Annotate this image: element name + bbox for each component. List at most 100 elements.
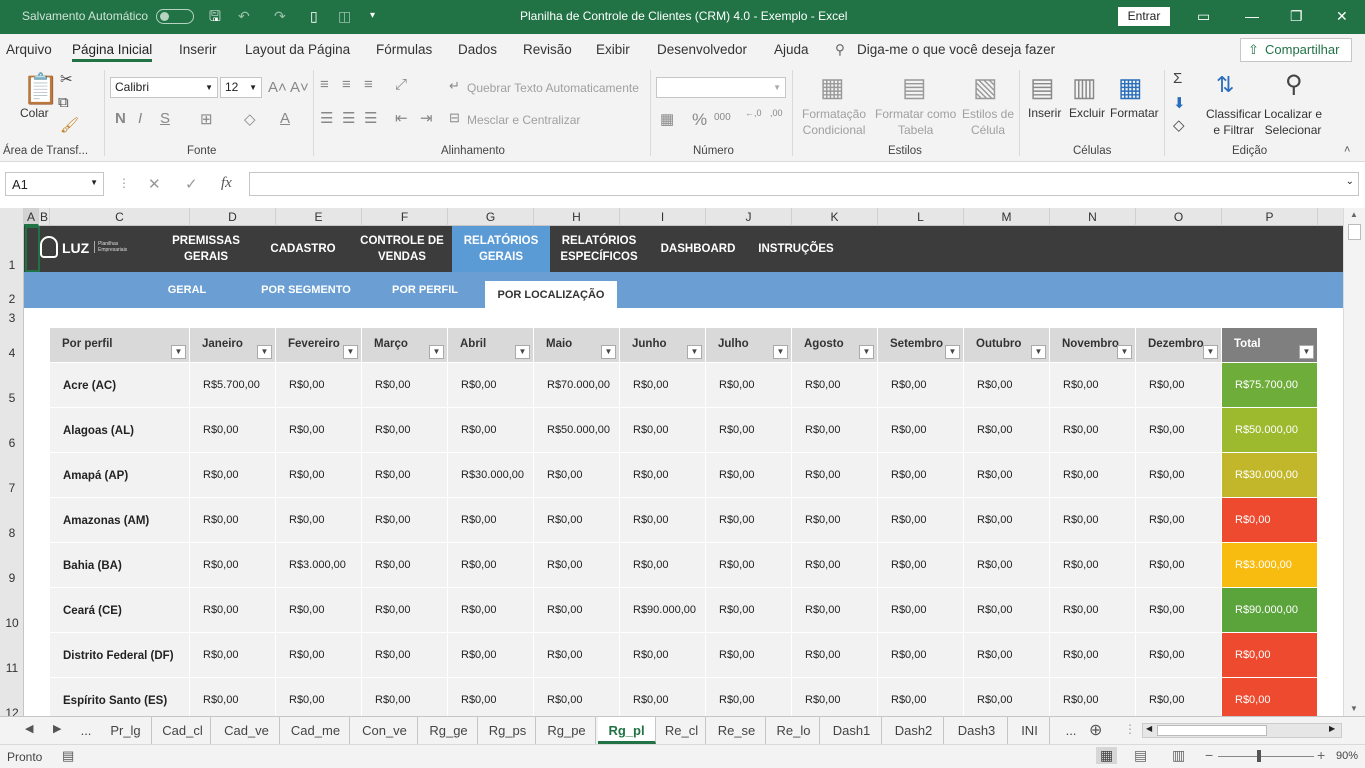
table-cell[interactable]: R$0,00 bbox=[1136, 543, 1222, 588]
table-cell[interactable]: R$0,00 bbox=[792, 678, 878, 716]
column-header[interactable]: N bbox=[1050, 208, 1136, 226]
filter-dropdown-icon[interactable]: ▼ bbox=[687, 345, 702, 359]
sheet-tab[interactable]: Dash3 bbox=[946, 717, 1008, 744]
column-header[interactable]: G bbox=[448, 208, 534, 226]
table-cell[interactable]: R$0,00 bbox=[190, 633, 276, 678]
table-cell[interactable]: R$0,00 bbox=[1050, 363, 1136, 408]
table-cell[interactable]: R$0,00 bbox=[276, 498, 362, 543]
collapse-ribbon-icon[interactable]: ˄ bbox=[1344, 144, 1350, 156]
table-cell[interactable]: R$0,00 bbox=[534, 678, 620, 716]
conditional-format-icon[interactable]: ▦ bbox=[820, 72, 845, 103]
zoom-in-icon[interactable]: + bbox=[1317, 747, 1325, 763]
normal-view-icon[interactable]: ▦ bbox=[1096, 747, 1118, 764]
table-cell[interactable]: R$0,00 bbox=[534, 633, 620, 678]
zoom-out-icon[interactable]: − bbox=[1205, 747, 1213, 763]
table-cell[interactable]: R$0,00 bbox=[448, 588, 534, 633]
table-cell[interactable]: R$0,00 bbox=[878, 453, 964, 498]
column-header[interactable]: E bbox=[276, 208, 362, 226]
cut-icon[interactable]: ✂ bbox=[60, 70, 73, 88]
increase-font-icon[interactable]: A˄ bbox=[268, 79, 287, 96]
table-cell[interactable]: R$0,00 bbox=[534, 543, 620, 588]
tab-arquivo[interactable]: Arquivo bbox=[6, 42, 52, 57]
table-cell[interactable]: R$0,00 bbox=[362, 498, 448, 543]
format-painter-icon[interactable]: 🖌 bbox=[60, 116, 79, 134]
table-cell[interactable]: R$0,00 bbox=[1136, 588, 1222, 633]
filter-dropdown-icon[interactable]: ▼ bbox=[1203, 345, 1218, 359]
find-select-button[interactable]: Localizar e Selecionar bbox=[1264, 106, 1322, 138]
nav-cadastro[interactable]: CADASTRO bbox=[260, 226, 346, 272]
table-cell[interactable]: R$90.000,00 bbox=[620, 588, 706, 633]
table-cell[interactable]: R$0,00 bbox=[878, 408, 964, 453]
table-cell[interactable]: R$0,00 bbox=[964, 678, 1050, 716]
sheet-tab[interactable]: Re_lo bbox=[768, 717, 820, 744]
nav-dashboard[interactable]: DASHBOARD bbox=[654, 226, 742, 272]
table-cell[interactable]: R$0,00 bbox=[620, 543, 706, 588]
format-table-icon[interactable]: ▤ bbox=[902, 72, 927, 103]
customize-toolbar-icon[interactable]: ▾ bbox=[370, 8, 375, 24]
table-cell[interactable]: R$0,00 bbox=[620, 363, 706, 408]
borders-icon[interactable]: ⊞ bbox=[200, 110, 213, 128]
table-cell[interactable]: R$0,00 bbox=[964, 498, 1050, 543]
table-cell[interactable]: R$0,00 bbox=[792, 588, 878, 633]
align-middle-icon[interactable]: ≡ bbox=[342, 76, 351, 93]
bold-icon[interactable]: N bbox=[115, 110, 126, 127]
format-table-button[interactable]: Formatar como Tabela bbox=[875, 106, 956, 138]
table-cell[interactable]: R$0,00 bbox=[964, 633, 1050, 678]
tab-layout[interactable]: Layout da Página bbox=[245, 42, 350, 57]
filter-dropdown-icon[interactable]: ▼ bbox=[773, 345, 788, 359]
row-header[interactable]: 6 bbox=[0, 436, 24, 450]
sheet-tab[interactable]: INI bbox=[1010, 717, 1050, 744]
scroll-right-icon[interactable]: ▶ bbox=[1329, 724, 1335, 733]
subnav-por-perfil[interactable]: POR PERFIL bbox=[384, 272, 466, 308]
table-cell[interactable]: R$0,00 bbox=[620, 678, 706, 716]
sheet-tab[interactable]: Rg_pl bbox=[598, 717, 656, 744]
total-cell[interactable]: R$50.000,00 bbox=[1222, 408, 1318, 453]
new-file-icon[interactable]: ▯ bbox=[310, 8, 318, 24]
table-cell[interactable]: R$0,00 bbox=[448, 543, 534, 588]
sheet-tab[interactable]: Cad_cl bbox=[155, 717, 211, 744]
subnav-geral[interactable]: GERAL bbox=[154, 272, 220, 308]
table-cell[interactable]: R$0,00 bbox=[362, 633, 448, 678]
row-label[interactable]: Espírito Santo (ES) bbox=[50, 678, 190, 716]
filter-dropdown-icon[interactable]: ▼ bbox=[1117, 345, 1132, 359]
table-cell[interactable]: R$0,00 bbox=[878, 678, 964, 716]
table-cell[interactable]: R$0,00 bbox=[878, 363, 964, 408]
table-cell[interactable]: R$0,00 bbox=[1050, 453, 1136, 498]
number-format-select[interactable]: ▼ bbox=[656, 77, 786, 98]
align-center-icon[interactable]: ☰ bbox=[342, 109, 355, 127]
font-name-select[interactable]: Calibri ▼ bbox=[110, 77, 218, 98]
total-cell[interactable]: R$0,00 bbox=[1222, 633, 1318, 678]
table-cell[interactable]: R$0,00 bbox=[362, 453, 448, 498]
ribbon-display-icon[interactable]: ▭ bbox=[1197, 8, 1210, 24]
decrease-indent-icon[interactable]: ⇤ bbox=[395, 109, 408, 127]
decrease-decimal-icon[interactable]: ,00 bbox=[770, 108, 783, 118]
table-cell[interactable]: R$0,00 bbox=[190, 678, 276, 716]
tab-formulas[interactable]: Fórmulas bbox=[376, 42, 432, 57]
table-cell[interactable]: R$0,00 bbox=[276, 633, 362, 678]
table-cell[interactable]: R$0,00 bbox=[706, 363, 792, 408]
table-cell[interactable]: R$0,00 bbox=[362, 543, 448, 588]
row-header[interactable]: 3 bbox=[0, 311, 24, 325]
conditional-format-button[interactable]: Formatação Condicional bbox=[802, 106, 866, 138]
table-cell[interactable]: R$0,00 bbox=[706, 588, 792, 633]
selected-cell-a1[interactable] bbox=[25, 226, 40, 272]
row-label[interactable]: Distrito Federal (DF) bbox=[50, 633, 190, 678]
tab-pagina-inicial[interactable]: Página Inicial bbox=[72, 42, 153, 62]
enter-icon[interactable]: ✓ bbox=[185, 175, 198, 193]
table-cell[interactable]: R$0,00 bbox=[448, 498, 534, 543]
table-cell[interactable]: R$0,00 bbox=[276, 588, 362, 633]
column-header[interactable]: A bbox=[24, 208, 39, 226]
row-header[interactable]: 10 bbox=[0, 616, 24, 630]
vertical-scrollbar[interactable]: ▲ ▼ bbox=[1343, 208, 1365, 716]
table-cell[interactable]: R$0,00 bbox=[362, 408, 448, 453]
save-icon[interactable]: 🖫 bbox=[209, 8, 221, 24]
insert-cells-button[interactable]: Inserir bbox=[1028, 106, 1061, 120]
table-cell[interactable]: R$0,00 bbox=[706, 498, 792, 543]
table-cell[interactable]: R$0,00 bbox=[190, 588, 276, 633]
column-header[interactable]: P bbox=[1222, 208, 1318, 226]
table-cell[interactable]: R$0,00 bbox=[362, 678, 448, 716]
filter-dropdown-icon[interactable]: ▼ bbox=[257, 345, 272, 359]
table-cell[interactable]: R$0,00 bbox=[964, 543, 1050, 588]
wrap-text-button[interactable]: Quebrar Texto Automaticamente bbox=[467, 81, 639, 95]
tab-exibir[interactable]: Exibir bbox=[596, 42, 630, 57]
